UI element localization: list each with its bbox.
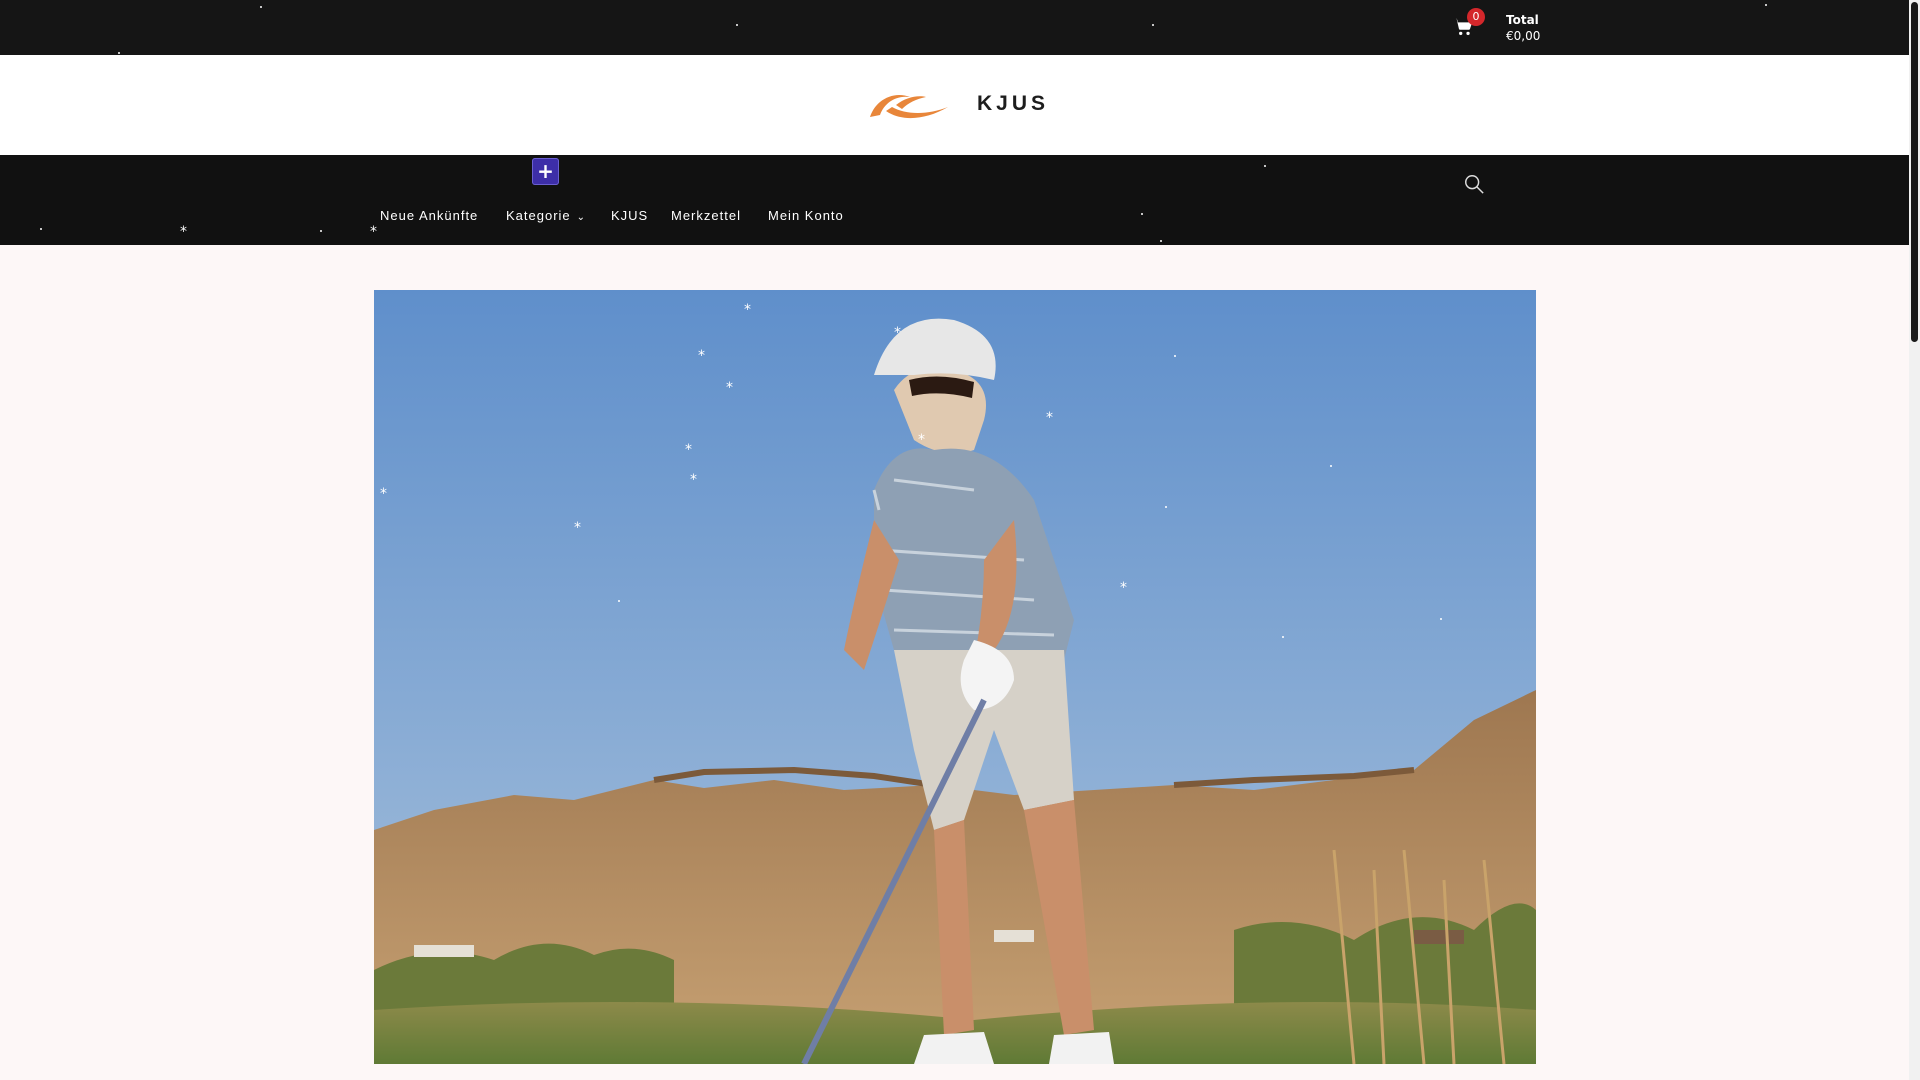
- brand-name[interactable]: KJUS: [977, 92, 1049, 116]
- snow-dot: [1160, 240, 1162, 242]
- cart-total-label: Total: [1506, 13, 1539, 27]
- hero-image[interactable]: [374, 290, 1536, 1064]
- nav-item-label: Kategorie: [506, 208, 571, 223]
- snow-dot: [40, 228, 42, 230]
- nav-item-kjus[interactable]: KJUS: [611, 208, 648, 223]
- cart-total[interactable]: Total €0,00: [1506, 12, 1540, 44]
- snow-dot: [1330, 465, 1332, 467]
- snow-dot: [1152, 24, 1154, 26]
- nav-item-kategorie[interactable]: Kategorie ⌄: [506, 208, 586, 223]
- snow-dot: [1174, 355, 1176, 357]
- scrollbar-thumb[interactable]: [1911, 2, 1918, 342]
- chevron-down-icon: ⌄: [576, 212, 587, 223]
- kjus-logo-icon[interactable]: [866, 87, 952, 123]
- main-navigation: [0, 155, 1909, 245]
- nav-item-label: Mein Konto: [768, 208, 844, 223]
- snow-dot: [260, 6, 262, 8]
- snow-dot: [1765, 4, 1767, 6]
- cart-count-badge: 0: [1467, 8, 1485, 26]
- snow-dot: [618, 600, 620, 602]
- search-icon[interactable]: [1463, 173, 1485, 195]
- logo-header: [0, 55, 1909, 155]
- plus-icon[interactable]: +: [532, 158, 559, 185]
- cart-total-value: €0,00: [1506, 29, 1541, 43]
- snow-dot: [1141, 213, 1143, 215]
- snow-dot: [1440, 618, 1442, 620]
- snow-dot: [736, 24, 738, 26]
- nav-item-label: Merkzettel: [671, 208, 741, 223]
- snow-dot: [1165, 506, 1167, 508]
- nav-item-label: KJUS: [611, 208, 649, 223]
- top-bar: [0, 0, 1909, 55]
- snow-dot: [1282, 636, 1284, 638]
- nav-item-mein-konto[interactable]: Mein Konto: [768, 208, 844, 223]
- snow-dot: [118, 52, 120, 54]
- nav-item-label: Neue Ankünfte: [380, 208, 479, 223]
- nav-item-neue-ankuenfte[interactable]: Neue Ankünfte: [380, 208, 478, 223]
- snow-dot: [320, 230, 322, 232]
- nav-item-merkzettel[interactable]: Merkzettel: [671, 208, 741, 223]
- snow-dot: [1264, 165, 1266, 167]
